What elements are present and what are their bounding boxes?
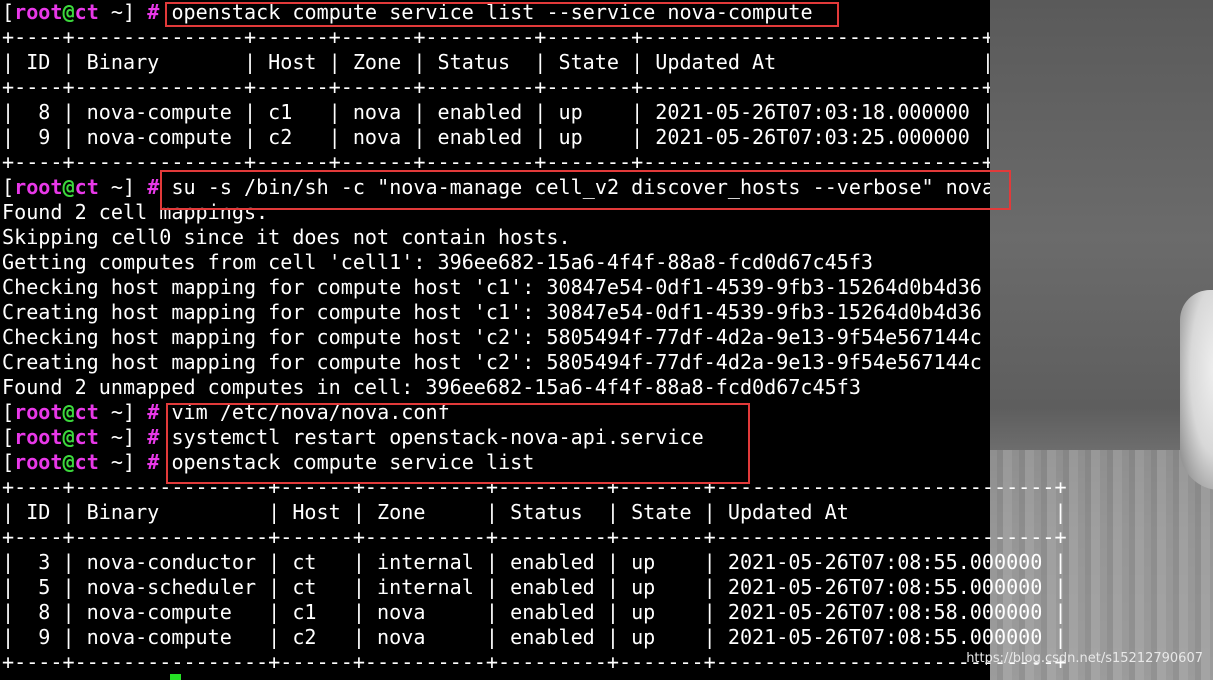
prompt-line: [root@ct ~] # vim /etc/nova/nova.conf [2,400,450,424]
output-line: +----+----------------+------+----------… [2,650,1067,674]
command-text: systemctl restart openstack-nova-api.ser… [159,425,704,449]
table-row: | 9 | nova-compute | c2 | nova | enabled… [2,625,1067,649]
prompt-line: [root@ct ~] # su -s /bin/sh -c "nova-man… [2,175,995,199]
prompt-line: [root@ct ~] # openstack compute service … [2,0,813,24]
table-row: | 5 | nova-scheduler | ct | internal | e… [2,575,1067,599]
table-row: | 9 | nova-compute | c2 | nova | enabled… [2,125,994,149]
command-text: su -s /bin/sh -c "nova-manage cell_v2 di… [159,175,995,199]
table-row: | 8 | nova-compute | c1 | nova | enabled… [2,600,1067,624]
output-line: +----+--------------+------+------+-----… [2,25,994,49]
watermark-text: https://blog.csdn.net/s15212790607 [966,651,1203,666]
output-line: +----+----------------+------+----------… [2,525,1067,549]
output-line: Creating host mapping for compute host '… [2,350,982,374]
output-line: +----+----------------+------+----------… [2,475,1067,499]
prompt-line: [root@ct ~] # openstack compute service … [2,450,535,474]
table-row: | 8 | nova-compute | c1 | nova | enabled… [2,100,994,124]
output-line: Found 2 unmapped computes in cell: 396ee… [2,375,861,399]
output-line: Skipping cell0 since it does not contain… [2,225,571,249]
figure-shape [1180,290,1213,490]
output-line: Found 2 cell mappings. [2,200,269,224]
output-line: +----+--------------+------+------+-----… [2,150,994,174]
table-header: | ID | Binary | Host | Zone | Status | S… [2,500,1067,524]
command-text: openstack compute service list [159,450,535,474]
output-line: Checking host mapping for compute host '… [2,275,982,299]
prompt-line: [root@ct ~] # systemctl restart openstac… [2,425,704,449]
terminal-cursor [170,674,181,680]
output-line: +----+--------------+------+------+-----… [2,75,994,99]
table-header: | ID | Binary | Host | Zone | Status | S… [2,50,994,74]
output-line: Creating host mapping for compute host '… [2,300,982,324]
table-row: | 3 | nova-conductor | ct | internal | e… [2,550,1067,574]
command-text: openstack compute service list --service… [159,0,813,24]
command-text: vim /etc/nova/nova.conf [159,400,450,424]
output-line: Getting computes from cell 'cell1': 396e… [2,250,874,274]
output-line: Checking host mapping for compute host '… [2,325,982,349]
